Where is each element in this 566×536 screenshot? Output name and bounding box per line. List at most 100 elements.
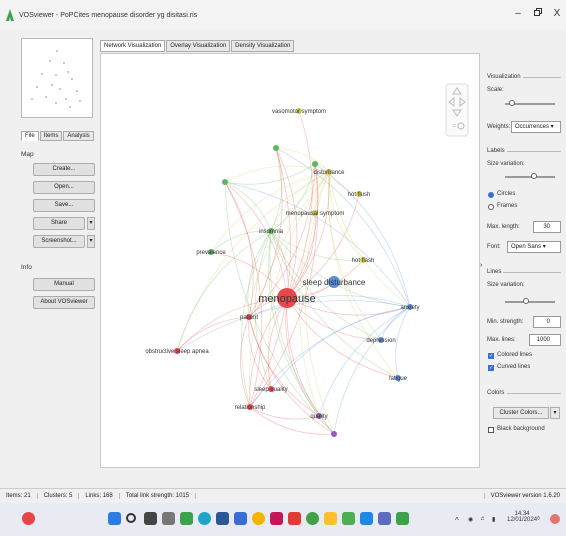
colored-lines-label: Colored lines: [497, 352, 533, 358]
network-edge: [224, 181, 272, 232]
about-vosviewer-button[interactable]: About VOSviewer: [33, 296, 95, 309]
share-dropdown-arrow[interactable]: ▾: [87, 217, 95, 230]
create-button[interactable]: Create...: [33, 163, 95, 176]
task-view-icon[interactable]: [144, 512, 157, 525]
tab-items[interactable]: Items: [39, 131, 63, 141]
node-label[interactable]: prevalence: [196, 250, 226, 256]
navigation-control[interactable]: =: [445, 83, 469, 137]
tab-network-visualization[interactable]: Network Visualization: [100, 40, 166, 52]
lines-size-slider[interactable]: [505, 301, 555, 303]
node-label[interactable]: disturbance: [313, 170, 345, 176]
node-label[interactable]: hot flush: [348, 192, 371, 198]
vosviewer-taskbar-icon-2[interactable]: [396, 512, 409, 525]
black-background-checkbox[interactable]: [488, 427, 494, 433]
scale-slider-knob[interactable]: [509, 100, 515, 106]
network-canvas[interactable]: menopause sleep disturbance vasomotor symp…: [100, 53, 480, 468]
app-green-icon[interactable]: [342, 512, 355, 525]
chrome-profile-icon[interactable]: [306, 512, 319, 525]
store-icon[interactable]: [216, 512, 229, 525]
circles-radio[interactable]: [488, 192, 494, 198]
node-label[interactable]: menopause: [258, 293, 316, 305]
node-label[interactable]: fatigue: [389, 376, 408, 382]
wifi-icon[interactable]: ◉: [468, 516, 473, 523]
share-button[interactable]: Share: [33, 217, 85, 230]
weights-label: Weights:: [487, 124, 511, 130]
close-button[interactable]: X: [549, 8, 565, 19]
total-link-strength: Total link strength: 1015: [120, 492, 197, 499]
cluster-colors-dropdown-arrow[interactable]: ▾: [550, 407, 560, 419]
tray-clock[interactable]: 14.34 12/01/2024: [507, 511, 537, 523]
node-label[interactable]: relationship: [235, 405, 266, 411]
network-edge: [210, 251, 288, 299]
black-background-label: Black background: [497, 426, 545, 432]
collapse-panel-arrow[interactable]: ›: [480, 262, 482, 269]
word-icon[interactable]: [360, 512, 373, 525]
frames-radio[interactable]: [488, 204, 494, 210]
left-tabs: File Items Analysis: [21, 131, 95, 141]
map-overview-thumbnail[interactable]: [21, 38, 93, 118]
labels-size-variation-label: Size variation:: [487, 161, 525, 167]
min-strength-spinner[interactable]: 0: [533, 316, 561, 328]
visualization-section-label: Visualization: [487, 74, 521, 80]
battery-icon[interactable]: ▮: [492, 516, 495, 523]
start-icon[interactable]: [108, 512, 121, 525]
network-node[interactable]: [273, 145, 279, 151]
node-label[interactable]: sleep quality: [254, 387, 287, 393]
volume-icon[interactable]: ♬: [480, 516, 486, 522]
edge-icon[interactable]: [198, 512, 211, 525]
lines-size-slider-knob[interactable]: [523, 298, 529, 304]
chrome-icon[interactable]: [252, 512, 265, 525]
search-icon[interactable]: [126, 513, 136, 523]
node-label[interactable]: quality: [310, 414, 327, 420]
slack-icon[interactable]: [378, 512, 391, 525]
node-label[interactable]: menopausal symptom: [286, 211, 345, 217]
divider: [503, 272, 561, 273]
manual-button[interactable]: Manual: [33, 278, 95, 291]
maximize-button[interactable]: [530, 8, 546, 19]
instagram-icon[interactable]: [270, 512, 283, 525]
status-bar: Items: 21 Clusters: 5 Links: 168 Total l…: [0, 488, 566, 502]
node-label[interactable]: sleep disturbance: [303, 278, 366, 287]
node-label[interactable]: patient: [240, 315, 258, 321]
file-explorer-icon[interactable]: [324, 512, 337, 525]
notification-icon[interactable]: ◊: [537, 516, 540, 522]
network-node[interactable]: [312, 161, 318, 167]
cluster-colors-button[interactable]: Cluster Colors...: [493, 407, 549, 419]
node-label[interactable]: depression: [366, 338, 395, 344]
tray-chevron-icon[interactable]: ^: [455, 516, 459, 525]
curved-lines-checkbox[interactable]: ✓: [488, 365, 494, 371]
max-length-spinner[interactable]: 30: [533, 221, 561, 233]
font-value: Open Sans: [511, 244, 542, 250]
node-label[interactable]: anxiety: [400, 305, 419, 311]
open-button[interactable]: Open...: [33, 181, 95, 194]
tab-analysis[interactable]: Analysis: [63, 131, 94, 141]
minimize-button[interactable]: –: [510, 8, 526, 19]
network-node[interactable]: [331, 431, 337, 437]
node-label[interactable]: insomnia: [259, 229, 284, 235]
colored-lines-checkbox[interactable]: ✓: [488, 353, 494, 359]
node-label[interactable]: vasomotor symptom: [272, 109, 326, 115]
tab-file[interactable]: File: [21, 131, 39, 141]
node-label[interactable]: obstructive sleep apnea: [145, 349, 209, 355]
title-bar: VOSviewer - PoPCites menopause disorder …: [0, 0, 566, 30]
node-label[interactable]: hot flash: [352, 258, 375, 264]
max-lines-spinner[interactable]: 1000: [529, 334, 561, 346]
copilot-icon[interactable]: [550, 514, 560, 524]
tab-overlay-visualization[interactable]: Overlay Visualization: [166, 40, 231, 52]
youtube-icon[interactable]: [288, 512, 301, 525]
labels-size-slider[interactable]: [505, 176, 555, 178]
screenshot-dropdown-arrow[interactable]: ▾: [87, 235, 95, 248]
app-icon[interactable]: [234, 512, 247, 525]
vosviewer-taskbar-icon[interactable]: [180, 512, 193, 525]
restore-icon: [534, 8, 542, 16]
weights-select[interactable]: Occurrences ▾: [511, 121, 561, 133]
tab-density-visualization[interactable]: Density Visualization: [231, 40, 295, 52]
network-node[interactable]: [222, 179, 228, 185]
widgets-icon[interactable]: [162, 512, 175, 525]
labels-size-slider-knob[interactable]: [531, 173, 537, 179]
frames-label: Frames: [497, 203, 518, 209]
screenshot-button[interactable]: Screenshot...: [33, 235, 85, 248]
font-select[interactable]: Open Sans ▾: [507, 241, 561, 253]
weather-icon[interactable]: [22, 512, 35, 525]
save-button[interactable]: Save...: [33, 199, 95, 212]
